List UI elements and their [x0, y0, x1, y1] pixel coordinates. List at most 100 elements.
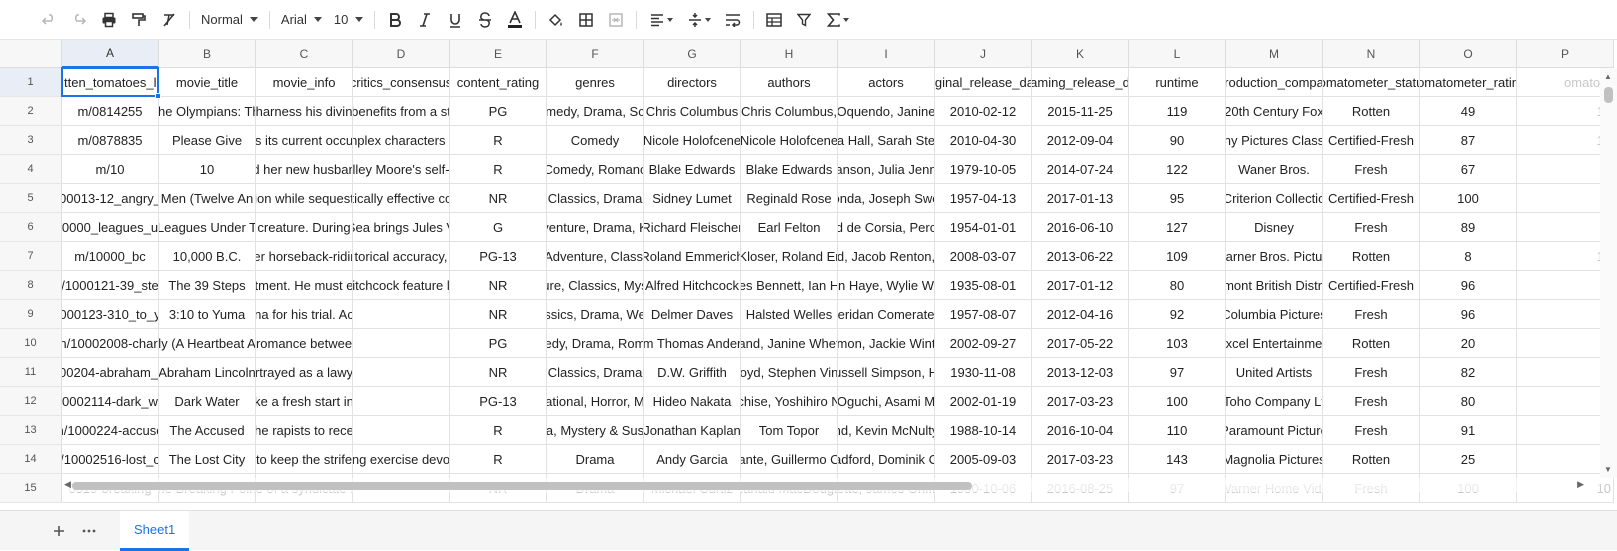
table-cell[interactable]: adford, Dominik C	[838, 445, 935, 474]
table-cell[interactable]: 1979-10-05	[935, 155, 1032, 184]
table-cell[interactable]: Tom Topor	[741, 416, 838, 445]
table-cell[interactable]: /1000121-39_ste	[62, 271, 159, 300]
table-cell[interactable]: tment. He must e	[256, 271, 353, 300]
table-cell[interactable]: rtrayed as a lawy	[256, 358, 353, 387]
column-header-e[interactable]: E	[450, 40, 547, 68]
table-cell[interactable]: Adventure, Classi	[547, 242, 644, 271]
row-header[interactable]: 3	[0, 126, 62, 155]
table-cell[interactable]: R	[450, 126, 547, 155]
table-cell[interactable]: Abraham Lincoln	[159, 358, 256, 387]
align-icon[interactable]	[642, 5, 680, 35]
row-header[interactable]: 13	[0, 416, 62, 445]
table-cell[interactable]: m/0814255	[62, 97, 159, 126]
table-cell[interactable]: onda, Joseph Swe	[838, 184, 935, 213]
scroll-down-icon[interactable]: ▼	[1604, 465, 1612, 474]
table-cell[interactable]: 67	[1420, 155, 1517, 184]
table-cell[interactable]: mon, Jackie Wint	[838, 329, 935, 358]
header-cell[interactable]: omatometer_statu	[1323, 68, 1420, 97]
header-cell[interactable]: genres	[547, 68, 644, 97]
table-cell[interactable]: ure, Classics, Mys	[547, 271, 644, 300]
table-cell[interactable]: 122	[1129, 155, 1226, 184]
table-cell[interactable]: NR	[450, 184, 547, 213]
table-cell[interactable]: 87	[1420, 126, 1517, 155]
table-cell[interactable]: benefits from a st	[353, 97, 450, 126]
table-cell[interactable]: 82	[1420, 358, 1517, 387]
table-cell[interactable]: harness his divin	[256, 97, 353, 126]
table-cell[interactable]: Hideo Nakata	[644, 387, 741, 416]
table-cell[interactable]: chise, Yoshihiro N	[741, 387, 838, 416]
table-cell[interactable]: n/10002008-charl	[62, 329, 159, 358]
table-cell[interactable]: eridan Comerate	[838, 300, 935, 329]
header-cell[interactable]: runtime	[1129, 68, 1226, 97]
clear-format-icon[interactable]	[154, 5, 184, 35]
more-icon[interactable]	[74, 516, 104, 546]
table-cell[interactable]: Fresh	[1323, 155, 1420, 184]
table-cell[interactable]: 1988-10-14	[935, 416, 1032, 445]
table-cell[interactable]: United Artists	[1226, 358, 1323, 387]
row-header[interactable]: 15	[0, 474, 62, 503]
table-cell[interactable]: nplex characters i	[353, 126, 450, 155]
redo-icon[interactable]	[64, 5, 94, 35]
style-select[interactable]: Normal	[195, 5, 264, 35]
table-cell[interactable]: Comedy, Romanc	[547, 155, 644, 184]
table-cell[interactable]: anson, Julia Jenn	[838, 155, 935, 184]
table-cell[interactable]: 2013-12-03	[1032, 358, 1129, 387]
row-header[interactable]: 11	[0, 358, 62, 387]
table-cell[interactable]: 90	[1129, 126, 1226, 155]
table-cell[interactable]: na for his trial. Ac	[256, 300, 353, 329]
column-header-n[interactable]: N	[1323, 40, 1420, 68]
row-header[interactable]: 2	[0, 97, 62, 126]
table-cell[interactable]: 89	[1420, 213, 1517, 242]
header-cell[interactable]: movie_info	[256, 68, 353, 97]
table-cell[interactable]: Jonathan Kaplan	[644, 416, 741, 445]
table-cell[interactable]: nd, Kevin McNulty	[838, 416, 935, 445]
table-cell[interactable]: 20	[1420, 329, 1517, 358]
table-cell[interactable]: Certified-Fresh	[1323, 184, 1420, 213]
table-cell[interactable]: 2002-01-19	[935, 387, 1032, 416]
table-cell[interactable]: 2012-04-16	[1032, 300, 1129, 329]
table-cell[interactable]: 92	[1129, 300, 1226, 329]
borders-icon[interactable]	[571, 5, 601, 35]
table-cell[interactable]: es Bennett, Ian H	[741, 271, 838, 300]
table-cell[interactable]: ke a fresh start in	[256, 387, 353, 416]
row-header[interactable]: 7	[0, 242, 62, 271]
table-cell[interactable]: Men (Twelve An	[159, 184, 256, 213]
table-cell[interactable]: romance betwee	[256, 329, 353, 358]
table-cell[interactable]: arner Bros. Pictu	[1226, 242, 1323, 271]
table-cell[interactable]: Fresh	[1323, 387, 1420, 416]
table-cell[interactable]: m/0878835	[62, 126, 159, 155]
table-cell[interactable]: xcel Entertainme	[1226, 329, 1323, 358]
header-cell[interactable]: roduction_compa	[1226, 68, 1323, 97]
table-cell[interactable]: 2008-03-07	[935, 242, 1032, 271]
table-cell[interactable]: Columbia Pictures	[1226, 300, 1323, 329]
table-cell[interactable]: the Olympians: Th	[159, 97, 256, 126]
column-header-h[interactable]: H	[741, 40, 838, 68]
table-cell[interactable]: 2012-09-04	[1032, 126, 1129, 155]
table-cell[interactable]: PG	[450, 97, 547, 126]
italic-icon[interactable]	[410, 5, 440, 35]
table-cell[interactable]: Fresh	[1323, 213, 1420, 242]
table-cell[interactable]: Rotten	[1323, 242, 1420, 271]
table-cell[interactable]: 100	[1420, 184, 1517, 213]
column-header-c[interactable]: C	[256, 40, 353, 68]
table-cell[interactable]: 1957-04-13	[935, 184, 1032, 213]
table-cell[interactable]: 127	[1129, 213, 1226, 242]
plus-icon[interactable]	[44, 516, 74, 546]
table-cell[interactable]: Waner Bros.	[1226, 155, 1323, 184]
table-cell[interactable]: 2017-01-12	[1032, 271, 1129, 300]
table-icon[interactable]	[759, 5, 789, 35]
table-cell[interactable]: NR	[450, 358, 547, 387]
table-cell[interactable]: The 39 Steps	[159, 271, 256, 300]
table-cell[interactable]: 100	[1129, 387, 1226, 416]
table-cell[interactable]: 2016-10-04	[1032, 416, 1129, 445]
table-cell[interactable]: Please Give	[159, 126, 256, 155]
table-cell[interactable]: Rotten	[1323, 97, 1420, 126]
table-cell[interactable]: Fresh	[1323, 416, 1420, 445]
table-cell[interactable]: Nicole Holofcene	[644, 126, 741, 155]
column-header-f[interactable]: F	[547, 40, 644, 68]
table-cell[interactable]: 103	[1129, 329, 1226, 358]
sheet-tab[interactable]: Sheet1	[120, 510, 190, 551]
valign-icon[interactable]	[680, 5, 718, 35]
table-cell[interactable]: 80	[1420, 387, 1517, 416]
table-cell[interactable]: Richard Fleischer	[644, 213, 741, 242]
